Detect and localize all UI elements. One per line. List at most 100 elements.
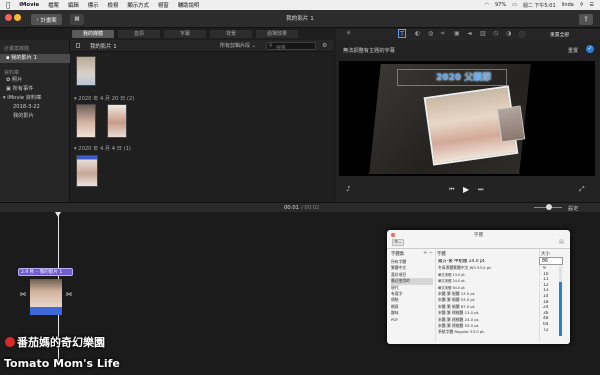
search-field[interactable]: ⚲ 搜尋 [266, 42, 316, 51]
collection-list: 所有字體 繁體中文 喜好項目 最近使用的 現代 有寬字 傳統 網頁 趣味 PDF [391, 259, 433, 323]
menu-file[interactable]: 檔案 [48, 1, 59, 9]
speed-icon[interactable]: ◷ [493, 30, 498, 37]
font-list: 蘋方-繁 中粗體 24.0 pt. 冬青黑體繁體中文 W3 53.0 pt. 華… [438, 259, 537, 336]
media-tabs: 我的媒體 音訊 字幕 背景 過場效果 [72, 30, 332, 38]
magic-wand-icon[interactable]: ⚘ [346, 30, 351, 37]
info-icon[interactable]: ⓘ [519, 30, 525, 39]
size-slider-fill[interactable] [559, 282, 562, 336]
skip-forward-icon[interactable]: ⏭ [478, 186, 483, 194]
menu-window[interactable]: 視窗 [158, 1, 169, 9]
size-item[interactable]: 72 [543, 328, 557, 334]
color-correction-icon[interactable]: ◍ [428, 30, 433, 37]
watermark-subtitle: Tomato Mom's Life [4, 357, 120, 370]
status-area: ◠ 97% ▭ 週二 下午5:01 linda ⚲ ☰ [485, 0, 594, 10]
battery-percent[interactable]: 97% [495, 2, 506, 8]
tab-my-media[interactable]: 我的媒體 [72, 30, 114, 38]
video-preview[interactable]: 2020 父親節 [339, 61, 595, 176]
tab-titles[interactable]: 字幕 [164, 30, 206, 38]
media-thumbnail[interactable] [76, 56, 96, 86]
menu-view[interactable]: 檢視 [108, 1, 119, 9]
size-list: 9 10 11 12 13 14 18 24 36 48 64 72 [543, 266, 557, 333]
title-text-icon[interactable]: T [398, 29, 406, 38]
color-balance-icon[interactable]: ◐ [415, 30, 420, 37]
date-group-header[interactable]: ▾ 2020 年 4 月 4 日 (1) [74, 145, 131, 152]
reset-all-button[interactable]: 重置全部 [550, 31, 569, 38]
title-clip[interactable]: 2.9 秒 – 我的影片 1 [18, 268, 73, 276]
search-icon[interactable]: ⚲ [580, 2, 584, 8]
menu-display[interactable]: 顯示方式 [127, 1, 149, 9]
sidebar-toggle-icon[interactable] [76, 43, 80, 48]
wifi-icon[interactable]: ◠ [485, 2, 489, 8]
timecode-total: / 00:02 [301, 205, 320, 211]
timeline-settings-button[interactable]: 設定 [568, 205, 578, 212]
media-browser: 我的影片 1 所有剪輯片段 ⌄ ⚲ 搜尋 ⚙ ▾ 2020 年 4 月 20 日… [70, 40, 334, 202]
font-column-header: 字體 [437, 252, 446, 257]
menu-edit[interactable]: 編輯 [68, 1, 79, 9]
media-thumbnail[interactable] [76, 104, 96, 138]
timecode-current: 00:01 [284, 205, 299, 211]
add-collection-icon[interactable]: + − [423, 250, 433, 256]
app-menu[interactable]: iMovie [19, 2, 39, 8]
window-title: 我的影片 1 [286, 16, 314, 22]
collection-column-header: 字體集 [391, 252, 405, 257]
media-thumbnail[interactable] [107, 104, 127, 138]
sidebar-item-event-2018[interactable]: 2018-3-22 [0, 103, 70, 112]
clock[interactable]: 週二 下午5:01 [523, 2, 556, 9]
date-group-header[interactable]: ▾ 2020 年 4 月 20 日 (2) [74, 95, 134, 102]
skip-back-icon[interactable]: ⏮ [449, 186, 454, 194]
adjust-toolbar: ⚘ T ◐ ◍ ⌗ ▣ ◄ ▥ ◷ ◑ ⓘ 重置全部 [336, 29, 600, 40]
font-item[interactable]: 系統字體 Regular 53.0 pt. [438, 329, 537, 335]
settings-gear-icon[interactable]: ⚙ [322, 42, 327, 49]
tab-audio[interactable]: 音訊 [118, 30, 160, 38]
fullscreen-icon[interactable]: ⤢ [579, 185, 585, 194]
playhead-handle-icon[interactable] [55, 212, 61, 217]
search-placeholder: 搜尋 [276, 46, 286, 51]
reset-button[interactable]: 重置 [568, 47, 578, 54]
play-icon[interactable]: ▶ [463, 185, 469, 194]
transition-right-icon[interactable]: ⋈ [66, 291, 72, 298]
font-panel-menu-icon[interactable]: ▤ [559, 239, 564, 245]
audio-waveform-clip[interactable] [30, 307, 62, 315]
sidebar-header-libraries: 資料庫 [4, 70, 20, 76]
noise-reduction-icon[interactable]: ▥ [480, 30, 486, 37]
sidebar-header-project-media: 計畫案媒體 [4, 46, 30, 52]
timeline-header: 00:01 / 00:02 設定 [0, 202, 600, 212]
user-name[interactable]: linda [562, 2, 574, 8]
zoom-slider-knob[interactable] [546, 204, 552, 210]
apply-checkmark-icon[interactable]: ✓ [586, 45, 594, 53]
sidebar-item-photos[interactable]: ✿ 照片 [0, 76, 70, 85]
transition-left-icon[interactable]: ⋈ [20, 291, 26, 298]
sidebar-item-project[interactable]: ▪ 我的影片 1 [0, 54, 70, 63]
watermark-title: 番茄媽的奇幻樂園 [17, 336, 105, 349]
microphone-icon[interactable]: ♪ [346, 185, 350, 193]
divider [435, 249, 436, 341]
font-panel: 字體 ⚙⌄ ▤ 字體集 + − 字體 大小 86 所有字體 繁體中文 喜好項目 … [387, 230, 570, 344]
collection-item[interactable]: PDF [391, 317, 433, 323]
menu-help[interactable]: 輔助說明 [178, 1, 200, 9]
crop-icon[interactable]: ⌗ [441, 30, 444, 38]
font-panel-gear-icon[interactable]: ⚙⌄ [392, 239, 404, 246]
sidebar-item-library[interactable]: ▾ iMovie 資料庫 [0, 94, 70, 103]
tab-backgrounds[interactable]: 背景 [210, 30, 252, 38]
clip-filter-select[interactable]: 所有剪輯片段 ⌄ [220, 42, 256, 49]
clip-filter-icon[interactable]: ◑ [506, 30, 511, 37]
apple-menu-icon[interactable]:  [6, 1, 10, 9]
font-size-input[interactable]: 86 [539, 257, 563, 265]
photo-frame-secondary [496, 105, 526, 143]
battery-icon[interactable]: ▭ [512, 2, 517, 8]
media-thumbnail[interactable] [76, 155, 98, 187]
menu-list-icon[interactable]: ☰ [590, 2, 594, 8]
library-sidebar: 計畫案媒體 ▪ 我的影片 1 資料庫 ✿ 照片 ▣ 所有事件 ▾ iMovie … [0, 40, 70, 202]
stabilization-icon[interactable]: ▣ [454, 30, 460, 37]
overlay-title-text[interactable]: 2020 父親節 [436, 70, 491, 83]
tomato-logo-icon [5, 337, 15, 347]
tab-transitions[interactable]: 過場效果 [256, 30, 298, 38]
browser-header: 我的影片 1 所有剪輯片段 ⌄ ⚲ 搜尋 ⚙ [70, 40, 334, 52]
menu-mark[interactable]: 標示 [88, 1, 99, 9]
font-panel-title: 字體 [473, 233, 484, 238]
divider [387, 248, 570, 249]
sidebar-item-all-events[interactable]: ▣ 所有事件 [0, 85, 70, 94]
video-clip-thumbnail[interactable] [30, 279, 62, 307]
volume-icon[interactable]: ◄ [467, 30, 472, 37]
sidebar-item-my-movie[interactable]: 我的影片 [0, 112, 70, 121]
